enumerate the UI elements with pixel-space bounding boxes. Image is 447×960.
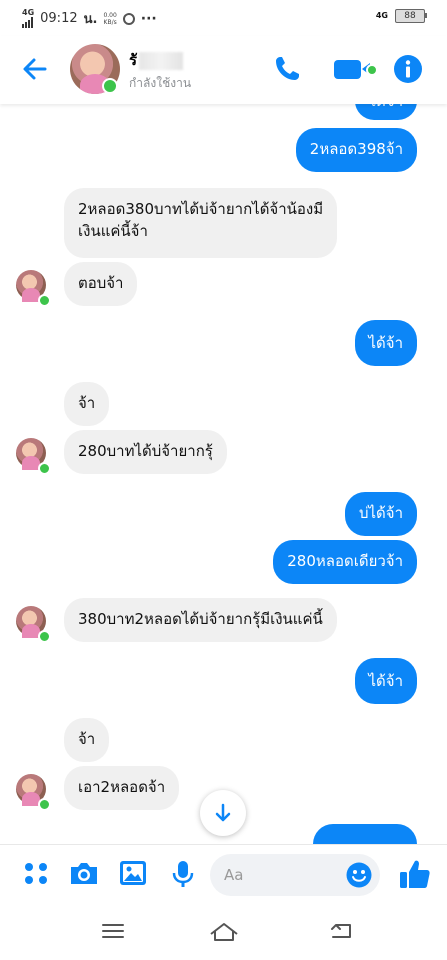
gallery-icon[interactable]: [118, 859, 148, 887]
online-indicator: [38, 798, 51, 811]
name-redaction: [139, 51, 184, 70]
message-bubble-outgoing[interactable]: ได้จ้า: [354, 658, 417, 704]
network-type-right: 4G: [375, 11, 388, 20]
like-icon[interactable]: [398, 857, 432, 891]
status-right: 4G 88: [375, 9, 427, 23]
info-icon[interactable]: [393, 54, 423, 84]
camera-icon[interactable]: [68, 859, 100, 887]
message-bubble-incoming[interactable]: จ้า: [64, 382, 110, 426]
message-input-placeholder: Aa: [224, 866, 244, 884]
system-nav-bar: [0, 906, 447, 960]
apps-icon[interactable]: [22, 859, 50, 887]
network-type: 4G: [22, 8, 35, 17]
message-bubble-incoming[interactable]: 280บาทได้บ่จ้ายากรุ้: [64, 430, 227, 474]
contact-status: กำลังใช้งาน: [129, 76, 192, 90]
message-bubble-outgoing[interactable]: บ่ได้จ้า: [344, 492, 417, 536]
chat-header: รั กำลังใช้งาน: [0, 36, 447, 104]
message-bubble-outgoing[interactable]: ได้จ้า: [354, 320, 417, 366]
composer-bar: Aa: [0, 844, 447, 907]
video-call-icon[interactable]: [332, 54, 378, 84]
message-bubble-outgoing[interactable]: 2หลอด398จ้า: [295, 128, 417, 172]
signal-icon: 4G: [22, 9, 34, 28]
battery-icon: 88: [395, 9, 427, 23]
message-bubble-incoming[interactable]: ตอบจ้า: [64, 262, 138, 306]
online-indicator: [38, 630, 51, 643]
status-bar: 4G 09:12 น. 0.00 KB/s ··· 4G 88: [0, 0, 447, 36]
online-indicator: [102, 78, 118, 94]
message-list[interactable]: ได้จ้า 2หลอด398จ้า 2หลอด380บาทได้บ่จ้ายา…: [0, 104, 447, 844]
emoji-icon[interactable]: [346, 862, 372, 888]
more-notifications: ···: [140, 10, 157, 27]
message-bubble-incoming[interactable]: 380บาท2หลอดได้บ่จ้ายากรุ้มีเงินแค่นี้: [64, 598, 337, 642]
message-bubble-outgoing[interactable]: 280หลอดเดียวจ้า: [273, 540, 417, 584]
contact-name[interactable]: รั: [129, 48, 184, 72]
online-indicator: [38, 294, 51, 307]
scroll-down-icon: [215, 803, 231, 822]
message-bubble-outgoing-partial[interactable]: [313, 824, 417, 844]
message-input[interactable]: Aa: [210, 854, 380, 896]
phone-icon[interactable]: [272, 54, 302, 84]
clock: 09:12: [40, 11, 78, 26]
chrome-icon: [122, 12, 135, 25]
contact-avatar[interactable]: [70, 44, 120, 94]
menu-icon[interactable]: [100, 920, 126, 942]
online-indicator: [38, 462, 51, 475]
message-bubble-incoming[interactable]: เอา2หลอดจ้า: [64, 766, 180, 810]
message-bubble-incoming[interactable]: 2หลอด380บาทได้บ่จ้ายากได้จ้าน้องมี เงินแ…: [64, 188, 338, 258]
scroll-to-bottom-button[interactable]: [200, 790, 246, 836]
back-icon[interactable]: [328, 920, 354, 942]
back-arrow-icon[interactable]: [20, 54, 50, 84]
message-bubble-outgoing[interactable]: ได้จ้า: [354, 104, 417, 120]
network-speed: 0.00 KB/s: [103, 11, 117, 26]
home-icon[interactable]: [208, 920, 240, 944]
carrier-mark: น.: [83, 12, 98, 27]
status-left: 4G 09:12 น. 0.00 KB/s ···: [22, 8, 157, 29]
microphone-icon[interactable]: [170, 859, 196, 889]
message-bubble-incoming[interactable]: จ้า: [64, 718, 110, 762]
